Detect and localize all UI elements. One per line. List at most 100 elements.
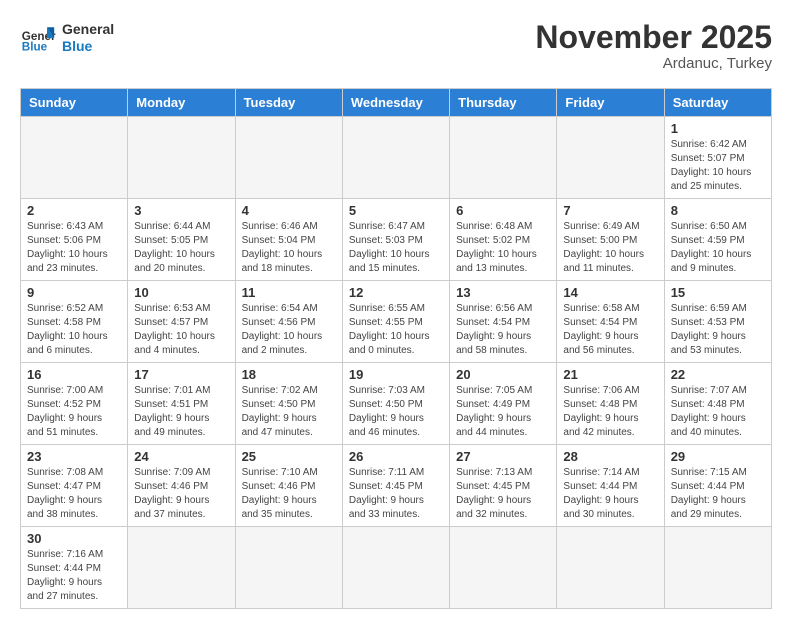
day-info: Sunrise: 6:49 AM Sunset: 5:00 PM Dayligh… [563,220,657,276]
calendar-cell: 15Sunrise: 6:59 AM Sunset: 4:53 PM Dayli… [664,281,771,363]
calendar-cell: 27 Sunrise: 7:13 AM Sunset: 4:45 PM Dayli… [450,445,557,527]
day-number: 28 [563,449,657,464]
day-info: Sunrise: 7:03 AM Sunset: 4:50 PM Dayligh… [349,384,443,440]
calendar-cell: 11Sunrise: 6:54 AM Sunset: 4:56 PM Dayli… [235,281,342,363]
day-info: Sunrise: 7:01 AM Sunset: 4:51 PM Dayligh… [134,384,228,440]
day-number: 17 [134,367,228,382]
day-info: Sunrise: 7:00 AM Sunset: 4:52 PM Dayligh… [27,384,121,440]
day-number: 29 [671,449,765,464]
day-number: 23 [27,449,121,464]
logo-icon: General Blue [20,20,56,56]
calendar-cell: 28Sunrise: 7:14 AM Sunset: 4:44 PM Dayli… [557,445,664,527]
svg-text:Blue: Blue [22,41,48,54]
day-info: Sunrise: 7:05 AM Sunset: 4:49 PM Dayligh… [456,384,550,440]
calendar-cell: 13Sunrise: 6:56 AM Sunset: 4:54 PM Dayli… [450,281,557,363]
calendar-week-row: 9 Sunrise: 6:52 AM Sunset: 4:58 PM Daylig… [21,281,772,363]
calendar-cell [235,527,342,609]
calendar-cell: 20Sunrise: 7:05 AM Sunset: 4:49 PM Dayli… [450,363,557,445]
day-info: Sunrise: 7:06 AM Sunset: 4:48 PM Dayligh… [563,384,657,440]
day-info: Sunrise: 7:08 AM Sunset: 4:47 PM Dayligh… [27,466,121,522]
day-number: 12 [349,285,443,300]
calendar-cell: 16 Sunrise: 7:00 AM Sunset: 4:52 PM Dayli… [21,363,128,445]
calendar-header-saturday: Saturday [664,89,771,117]
calendar-cell [450,527,557,609]
day-info: Sunrise: 7:10 AM Sunset: 4:46 PM Dayligh… [242,466,336,522]
logo-general-text: General [62,21,114,38]
logo-blue-text: Blue [62,38,114,55]
calendar-cell: 14Sunrise: 6:58 AM Sunset: 4:54 PM Dayli… [557,281,664,363]
calendar-cell [128,117,235,199]
day-info: Sunrise: 6:58 AM Sunset: 4:54 PM Dayligh… [563,302,657,358]
calendar-cell: 5Sunrise: 6:47 AM Sunset: 5:03 PM Daylig… [342,199,449,281]
calendar-week-row: 30 Sunrise: 7:16 AM Sunset: 4:44 PM Dayli… [21,527,772,609]
day-number: 19 [349,367,443,382]
calendar-header-wednesday: Wednesday [342,89,449,117]
day-number: 13 [456,285,550,300]
day-info: Sunrise: 6:44 AM Sunset: 5:05 PM Dayligh… [134,220,228,276]
day-number: 22 [671,367,765,382]
calendar-cell: 26Sunrise: 7:11 AM Sunset: 4:45 PM Dayli… [342,445,449,527]
day-number: 8 [671,203,765,218]
day-number: 21 [563,367,657,382]
calendar-week-row: 2Sunrise: 6:43 AM Sunset: 5:06 PM Daylig… [21,199,772,281]
day-info: Sunrise: 7:15 AM Sunset: 4:44 PM Dayligh… [671,466,765,522]
calendar-cell: 25 Sunrise: 7:10 AM Sunset: 4:46 PM Dayli… [235,445,342,527]
day-number: 16 [27,367,121,382]
calendar-cell: 3 Sunrise: 6:44 AM Sunset: 5:05 PM Daylig… [128,199,235,281]
calendar-header-thursday: Thursday [450,89,557,117]
calendar-cell: 17 Sunrise: 7:01 AM Sunset: 4:51 PM Dayli… [128,363,235,445]
day-number: 6 [456,203,550,218]
calendar-cell [342,117,449,199]
day-number: 27 [456,449,550,464]
day-number: 18 [242,367,336,382]
calendar-header-sunday: Sunday [21,89,128,117]
day-number: 25 [242,449,336,464]
day-info: Sunrise: 6:50 AM Sunset: 4:59 PM Dayligh… [671,220,765,276]
logo: General Blue General Blue [20,20,114,56]
calendar-header-monday: Monday [128,89,235,117]
title-block: November 2025 Ardanuc, Turkey [535,20,772,72]
calendar-week-row: 16 Sunrise: 7:00 AM Sunset: 4:52 PM Dayli… [21,363,772,445]
day-info: Sunrise: 6:52 AM Sunset: 4:58 PM Dayligh… [27,302,121,358]
calendar-cell: 1 Sunrise: 6:42 AM Sunset: 5:07 PM Daylig… [664,117,771,199]
day-info: Sunrise: 7:09 AM Sunset: 4:46 PM Dayligh… [134,466,228,522]
calendar-cell: 21 Sunrise: 7:06 AM Sunset: 4:48 PM Dayli… [557,363,664,445]
day-number: 5 [349,203,443,218]
day-number: 9 [27,285,121,300]
day-number: 10 [134,285,228,300]
calendar-cell: 4Sunrise: 6:46 AM Sunset: 5:04 PM Daylig… [235,199,342,281]
day-info: Sunrise: 6:42 AM Sunset: 5:07 PM Dayligh… [671,138,765,194]
day-number: 11 [242,285,336,300]
calendar-cell [557,117,664,199]
day-info: Sunrise: 7:13 AM Sunset: 4:45 PM Dayligh… [456,466,550,522]
day-number: 7 [563,203,657,218]
calendar-header-tuesday: Tuesday [235,89,342,117]
day-info: Sunrise: 6:59 AM Sunset: 4:53 PM Dayligh… [671,302,765,358]
calendar-cell [664,527,771,609]
calendar-cell: 9 Sunrise: 6:52 AM Sunset: 4:58 PM Daylig… [21,281,128,363]
day-number: 30 [27,531,121,546]
day-info: Sunrise: 6:43 AM Sunset: 5:06 PM Dayligh… [27,220,121,276]
day-info: Sunrise: 6:55 AM Sunset: 4:55 PM Dayligh… [349,302,443,358]
calendar-cell: 18 Sunrise: 7:02 AM Sunset: 4:50 PM Dayli… [235,363,342,445]
calendar-cell: 22Sunrise: 7:07 AM Sunset: 4:48 PM Dayli… [664,363,771,445]
day-number: 1 [671,121,765,136]
day-info: Sunrise: 7:02 AM Sunset: 4:50 PM Dayligh… [242,384,336,440]
day-number: 24 [134,449,228,464]
calendar-cell [342,527,449,609]
day-number: 3 [134,203,228,218]
calendar-cell: 19 Sunrise: 7:03 AM Sunset: 4:50 PM Dayli… [342,363,449,445]
day-info: Sunrise: 7:16 AM Sunset: 4:44 PM Dayligh… [27,548,121,604]
day-number: 4 [242,203,336,218]
calendar-cell: 2Sunrise: 6:43 AM Sunset: 5:06 PM Daylig… [21,199,128,281]
page-header: General Blue General Blue November 2025 … [20,20,772,72]
calendar-cell: 6Sunrise: 6:48 AM Sunset: 5:02 PM Daylig… [450,199,557,281]
calendar-cell: 8 Sunrise: 6:50 AM Sunset: 4:59 PM Daylig… [664,199,771,281]
day-number: 26 [349,449,443,464]
calendar-cell [450,117,557,199]
calendar-cell [21,117,128,199]
calendar-header-row: SundayMondayTuesdayWednesdayThursdayFrid… [21,89,772,117]
calendar-cell: 29 Sunrise: 7:15 AM Sunset: 4:44 PM Dayli… [664,445,771,527]
calendar-cell: 12 Sunrise: 6:55 AM Sunset: 4:55 PM Dayli… [342,281,449,363]
calendar-cell: 23 Sunrise: 7:08 AM Sunset: 4:47 PM Dayli… [21,445,128,527]
